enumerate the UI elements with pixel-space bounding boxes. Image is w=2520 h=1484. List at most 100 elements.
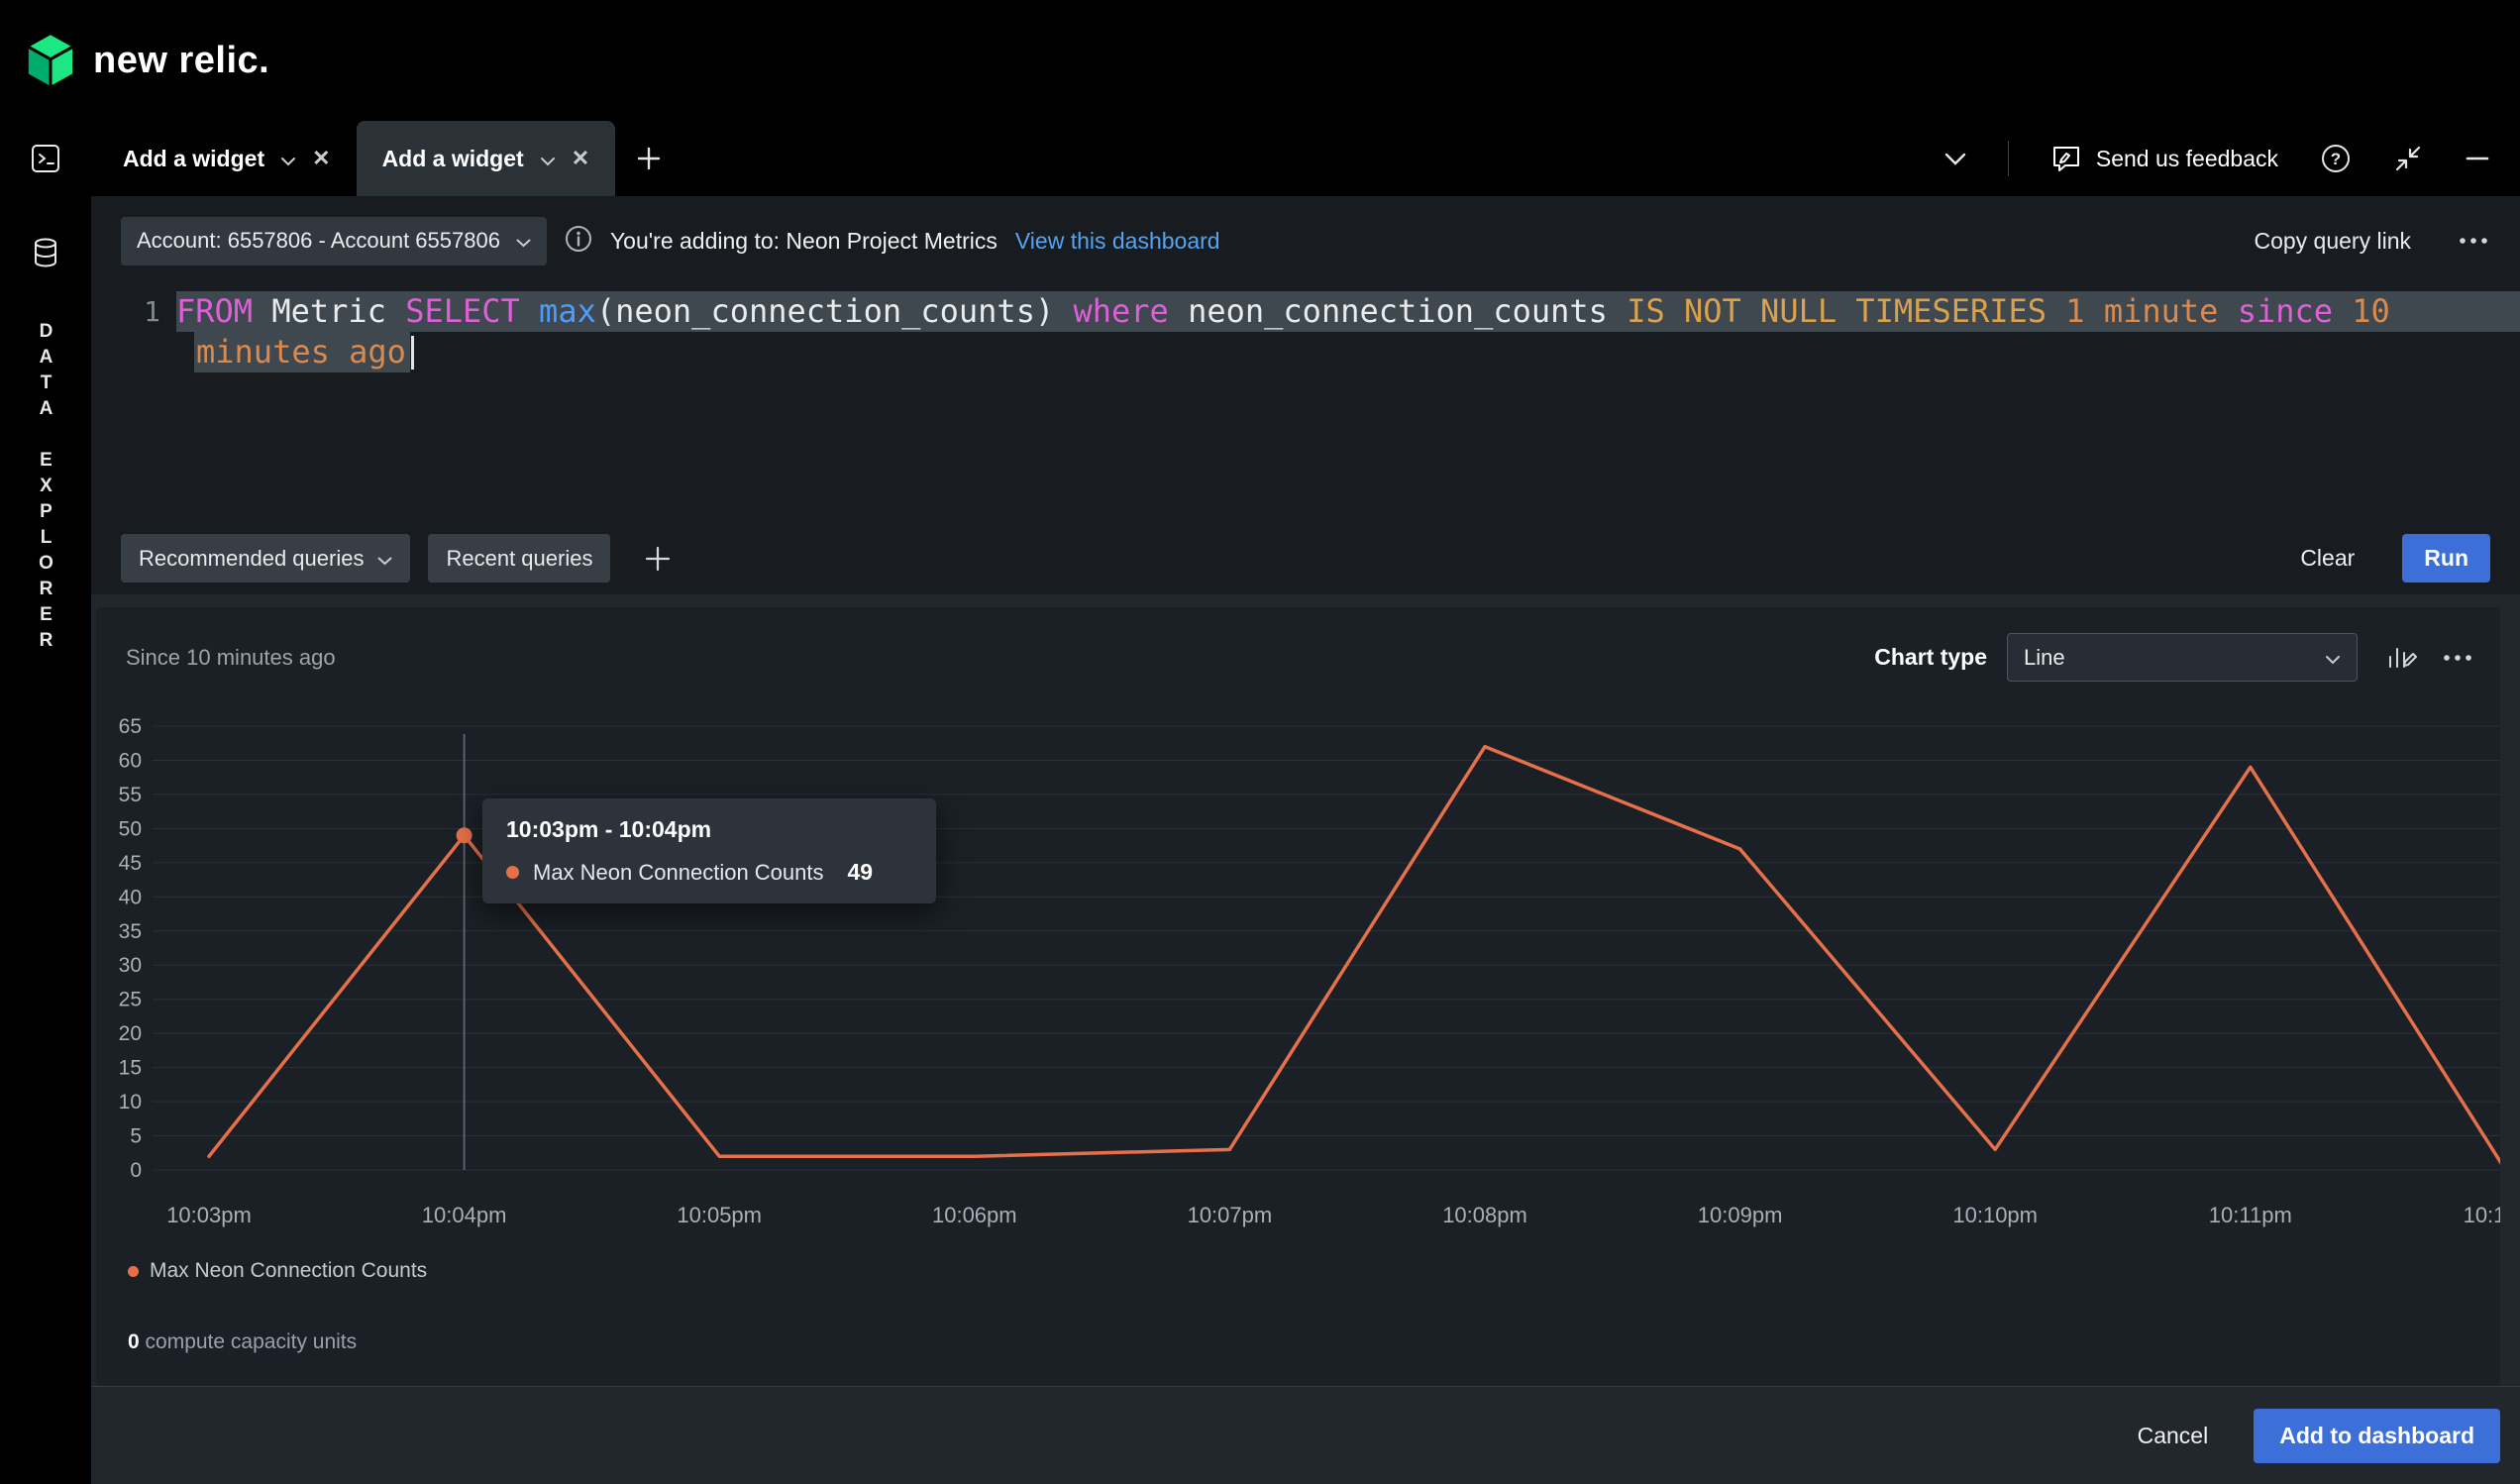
main-area: Add a widget ✕ Add a widget ✕ [91, 121, 2520, 1484]
svg-text:60: 60 [119, 749, 142, 772]
send-feedback-label: Send us feedback [2096, 146, 2278, 172]
svg-text:30: 30 [119, 954, 142, 977]
line-number-gutter [91, 332, 176, 372]
svg-text:10:07pm: 10:07pm [1188, 1203, 1273, 1227]
feedback-icon [2050, 144, 2082, 173]
svg-text:10:09pm: 10:09pm [1698, 1203, 1783, 1227]
chevron-down-icon[interactable] [280, 146, 296, 172]
data-explorer-label[interactable]: DATA EXPLORER [35, 321, 56, 656]
svg-text:5: 5 [130, 1125, 142, 1148]
new-tab-button[interactable] [635, 121, 663, 196]
account-selector-label: Account: 6557806 - Account 6557806 [137, 228, 500, 254]
tab-add-widget-1[interactable]: Add a widget ✕ [97, 121, 357, 196]
send-feedback-button[interactable]: Send us feedback [2050, 144, 2278, 173]
logo-text: new relic. [93, 40, 269, 82]
svg-text:10: 10 [119, 1091, 142, 1113]
view-dashboard-link[interactable]: View this dashboard [1015, 228, 1220, 255]
info-icon [565, 225, 592, 258]
svg-text:35: 35 [119, 920, 142, 943]
chart-panel: Since 10 minutes ago Chart type Line [96, 607, 2500, 1386]
query-editor[interactable]: 1 FROM Metric SELECT max(neon_connection… [91, 285, 2520, 522]
tooltip-row: Max Neon Connection Counts 49 [506, 859, 912, 886]
compute-capacity-value: 0 [128, 1330, 140, 1353]
compute-capacity-label: compute capacity units [146, 1330, 358, 1353]
app: new relic. DATA EXPLORER [0, 0, 2520, 1484]
divider [2008, 141, 2009, 176]
tabs-overflow-chevron[interactable] [1944, 153, 1966, 165]
chart-panel-header: Since 10 minutes ago Chart type Line [126, 633, 2474, 682]
query-console-icon[interactable] [0, 131, 91, 186]
svg-text:40: 40 [119, 886, 142, 908]
recommended-queries-label: Recommended queries [139, 546, 364, 572]
run-button[interactable]: Run [2402, 534, 2490, 583]
tab-bar-controls: Send us feedback ? [1944, 121, 2520, 196]
svg-text:0: 0 [130, 1159, 142, 1182]
svg-text:10:04pm: 10:04pm [422, 1203, 507, 1227]
recent-queries-button[interactable]: Recent queries [428, 534, 610, 583]
plus-icon [644, 545, 672, 573]
chevron-down-icon [516, 228, 531, 254]
recent-queries-label: Recent queries [446, 546, 592, 572]
query-section: Account: 6557806 - Account 6557806 [91, 196, 2520, 594]
tab-add-widget-2[interactable]: Add a widget ✕ [357, 121, 616, 196]
database-icon[interactable] [0, 225, 91, 280]
query-line-1-text: FROM Metric SELECT max(neon_connection_c… [176, 291, 2520, 332]
copy-query-link[interactable]: Copy query link [2254, 228, 2411, 255]
chart-type-select[interactable]: Line [2007, 633, 2358, 682]
svg-text:25: 25 [119, 989, 142, 1011]
svg-text:50: 50 [119, 817, 142, 840]
query-line: 1 FROM Metric SELECT max(neon_connection… [91, 291, 2520, 332]
svg-text:65: 65 [119, 715, 142, 738]
chart-builder-icon[interactable] [2385, 640, 2417, 675]
collapse-icon[interactable] [2393, 144, 2423, 173]
adding-to-text: You're adding to: Neon Project Metrics [610, 228, 998, 255]
add-to-dashboard-button[interactable]: Add to dashboard [2254, 1409, 2500, 1463]
since-label: Since 10 minutes ago [126, 645, 336, 671]
legend-label: Max Neon Connection Counts [150, 1259, 427, 1283]
chevron-down-icon [377, 546, 392, 572]
query-line: minutes ago [91, 332, 2520, 372]
series-dot-icon [506, 866, 519, 879]
svg-text:10:12pm: 10:12pm [2464, 1203, 2500, 1227]
tab-bar: Add a widget ✕ Add a widget ✕ [91, 121, 2520, 196]
help-icon[interactable]: ? [2320, 143, 2352, 174]
chart-tooltip: 10:03pm - 10:04pm Max Neon Connection Co… [482, 798, 936, 903]
account-selector[interactable]: Account: 6557806 - Account 6557806 [121, 217, 547, 265]
new-relic-logo[interactable]: new relic. [26, 34, 269, 87]
content: Account: 6557806 - Account 6557806 [91, 196, 2520, 1484]
top-bar: new relic. [0, 0, 2520, 121]
svg-text:10:08pm: 10:08pm [1442, 1203, 1527, 1227]
chevron-down-icon[interactable] [540, 146, 556, 172]
line-number: 1 [91, 291, 176, 332]
svg-text:20: 20 [119, 1022, 142, 1045]
text-caret [411, 336, 414, 370]
svg-text:?: ? [2331, 150, 2341, 168]
svg-text:10:10pm: 10:10pm [1952, 1203, 2038, 1227]
series-dot-icon [128, 1266, 139, 1277]
query-options-ellipsis-icon[interactable] [2457, 236, 2490, 246]
svg-text:55: 55 [119, 784, 142, 806]
close-icon[interactable]: ✕ [572, 148, 589, 169]
tab-label: Add a widget [123, 146, 264, 172]
plus-icon [635, 145, 663, 172]
minimize-icon[interactable] [2465, 156, 2490, 161]
legend-item[interactable]: Max Neon Connection Counts [128, 1259, 427, 1283]
svg-text:45: 45 [119, 852, 142, 875]
chevron-down-icon [2325, 645, 2341, 671]
footer-actions: Cancel Add to dashboard [91, 1386, 2520, 1484]
close-icon[interactable]: ✕ [312, 148, 330, 169]
recommended-queries-button[interactable]: Recommended queries [121, 534, 410, 583]
svg-text:10:06pm: 10:06pm [932, 1203, 1017, 1227]
add-query-button[interactable] [644, 545, 672, 573]
compute-capacity-note: 0 compute capacity units [128, 1330, 357, 1354]
cancel-button[interactable]: Cancel [2138, 1423, 2209, 1449]
chart-type-value: Line [2024, 645, 2065, 671]
svg-text:15: 15 [119, 1057, 142, 1080]
line-chart[interactable]: 0 5 10 15 20 25 30 35 40 45 50 55 60 65 10:03pm 10:04pm… [96, 607, 2500, 1386]
new-relic-logo-icon [26, 34, 75, 87]
svg-text:10:05pm: 10:05pm [677, 1203, 762, 1227]
svg-text:10:03pm: 10:03pm [166, 1203, 252, 1227]
chart-options-ellipsis-icon[interactable] [2441, 653, 2474, 663]
clear-button[interactable]: Clear [2300, 545, 2355, 572]
tooltip-value: 49 [848, 859, 874, 886]
